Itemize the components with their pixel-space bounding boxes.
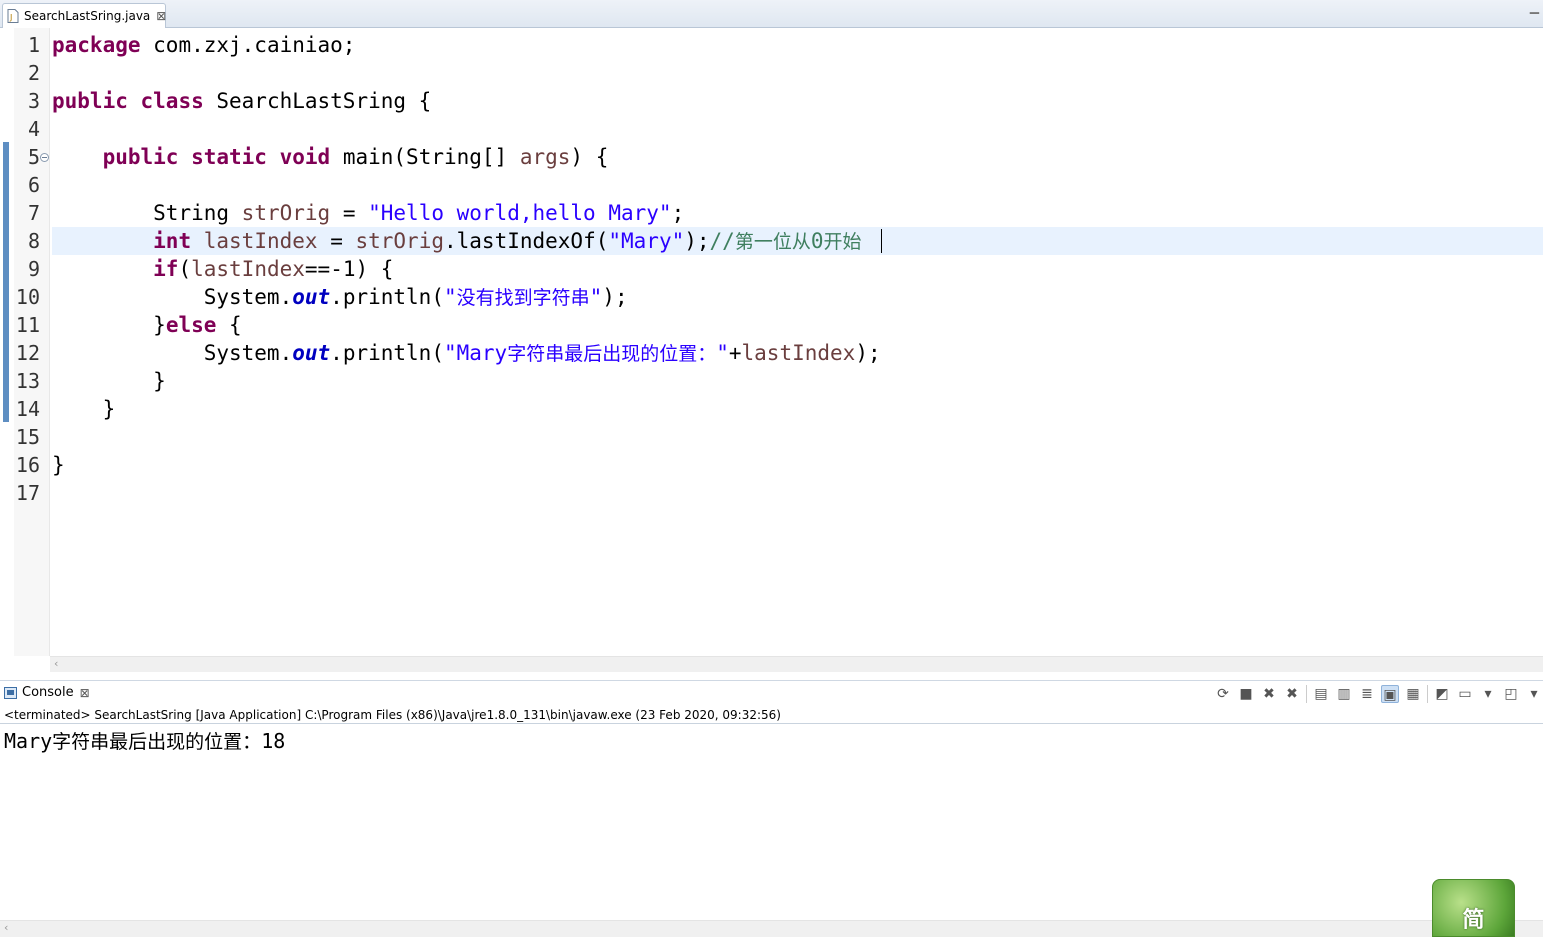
code-line-11: }else { [153, 313, 242, 337]
code-text-area[interactable]: package com.zxj.cainiao; public class Se… [52, 28, 1543, 656]
console-output[interactable]: Mary字符串最后出现的位置：18 [4, 728, 285, 755]
line-number: 2 [27, 61, 40, 85]
line-number: 16 [15, 453, 40, 477]
editor-tab-label: SearchLastSring.java [24, 9, 151, 23]
svg-text:J: J [9, 13, 12, 22]
close-icon[interactable]: ⊠ [156, 9, 166, 23]
relaunch-icon[interactable]: ⟳ [1214, 685, 1232, 703]
show-on-stdout-icon[interactable]: ▣ [1381, 685, 1399, 703]
overview-ruler [0, 28, 14, 656]
code-line-7: String strOrig = "Hello world,hello Mary… [153, 201, 685, 225]
line-number: 10 [15, 285, 40, 309]
scroll-left-icon[interactable]: ‹ [4, 921, 8, 934]
console-output-text-cn: 字符串最后出现的位置： [52, 731, 262, 753]
chevron-down-icon[interactable]: ▾ [1479, 685, 1497, 703]
pin-console-icon[interactable]: ◩ [1433, 685, 1451, 703]
editor-horizontal-scrollbar[interactable]: ‹ [50, 656, 1543, 672]
ime-label: 简 [1462, 908, 1485, 933]
show-on-stderr-icon[interactable]: ▦ [1404, 685, 1422, 703]
scope-range-indicator [3, 142, 9, 422]
display-console-icon[interactable]: ▭ [1456, 685, 1474, 703]
console-output-number: 18 [261, 729, 286, 753]
scroll-lock-icon[interactable]: ▥ [1335, 685, 1353, 703]
console-tab-bar: Console ⊠ ⟳ ■ ✖ ✖ ▤ ▥ ≣ ▣ ▦ ◩ ▭ ▾ ◰ ▾ [0, 680, 1543, 706]
remove-all-terminated-icon[interactable]: ✖ [1283, 685, 1301, 703]
word-wrap-icon[interactable]: ≣ [1358, 685, 1376, 703]
code-line-12: System.out.println("Mary字符串最后出现的位置："+las… [203, 341, 881, 365]
line-number: 15 [15, 425, 40, 449]
console-icon [4, 686, 17, 699]
console-process-status: <terminated> SearchLastSring [Java Appli… [0, 706, 1543, 724]
text-caret [881, 229, 882, 253]
line-number: 11 [15, 313, 40, 337]
code-line-1: package com.zxj.cainiao; [52, 33, 356, 57]
chevron-down-icon[interactable]: ▾ [1525, 685, 1543, 703]
line-number: 13 [15, 369, 40, 393]
console-output-text: Mary [4, 729, 53, 753]
line-number: 4 [27, 117, 40, 141]
line-number: 14 [15, 397, 40, 421]
editor-tab-bar: J SearchLastSring.java ⊠ ▁ [0, 0, 1543, 28]
line-number: 3 [27, 89, 40, 113]
code-line-3: public class SearchLastSring { [52, 89, 432, 113]
line-number: 17 [15, 481, 40, 505]
code-line-14: } [52, 397, 116, 421]
line-number: 8 [27, 229, 40, 253]
open-console-icon[interactable]: ◰ [1502, 685, 1520, 703]
console-tab-label: Console [22, 685, 74, 700]
code-line-9: if(lastIndex==-1) { [153, 257, 394, 281]
code-editor[interactable]: 1 2 3 4 5 6 7 8 9 10 11 12 13 14 15 16 1… [0, 28, 1543, 674]
toolbar-divider [1306, 685, 1307, 703]
line-number: 7 [27, 201, 40, 225]
close-icon[interactable]: ⊠ [80, 686, 90, 700]
line-number: 9 [27, 257, 40, 281]
ime-language-indicator[interactable]: 简 [1432, 879, 1515, 937]
scroll-left-icon[interactable]: ‹ [54, 657, 58, 670]
code-line-13: } [52, 369, 166, 393]
clear-console-icon[interactable]: ▤ [1312, 685, 1330, 703]
code-line-16: } [52, 453, 65, 477]
fold-toggle-icon[interactable] [40, 153, 49, 162]
minimize-icon[interactable]: ▁ [1530, 0, 1539, 14]
java-file-icon: J [7, 9, 19, 23]
line-number-gutter: 1 2 3 4 5 6 7 8 9 10 11 12 13 14 15 16 1… [14, 28, 50, 656]
toolbar-divider [1427, 685, 1428, 703]
console-tab[interactable]: Console ⊠ [4, 685, 90, 700]
line-number: 6 [27, 173, 40, 197]
code-line-5: public static void main(String[] args) { [102, 145, 609, 169]
terminate-icon[interactable]: ■ [1237, 685, 1255, 703]
editor-tab-searchlastsring[interactable]: J SearchLastSring.java ⊠ [2, 3, 166, 28]
line-number: 1 [27, 33, 40, 57]
code-line-8: int lastIndex = strOrig.lastIndexOf("Mar… [153, 229, 862, 253]
console-horizontal-scrollbar[interactable]: ‹ [0, 920, 1543, 937]
line-number: 5 [27, 145, 40, 169]
code-line-10: System.out.println("没有找到字符串"); [203, 285, 628, 309]
remove-launch-icon[interactable]: ✖ [1260, 685, 1278, 703]
line-number: 12 [15, 341, 40, 365]
console-toolbar: ⟳ ■ ✖ ✖ ▤ ▥ ≣ ▣ ▦ ◩ ▭ ▾ ◰ ▾ [1209, 684, 1543, 704]
